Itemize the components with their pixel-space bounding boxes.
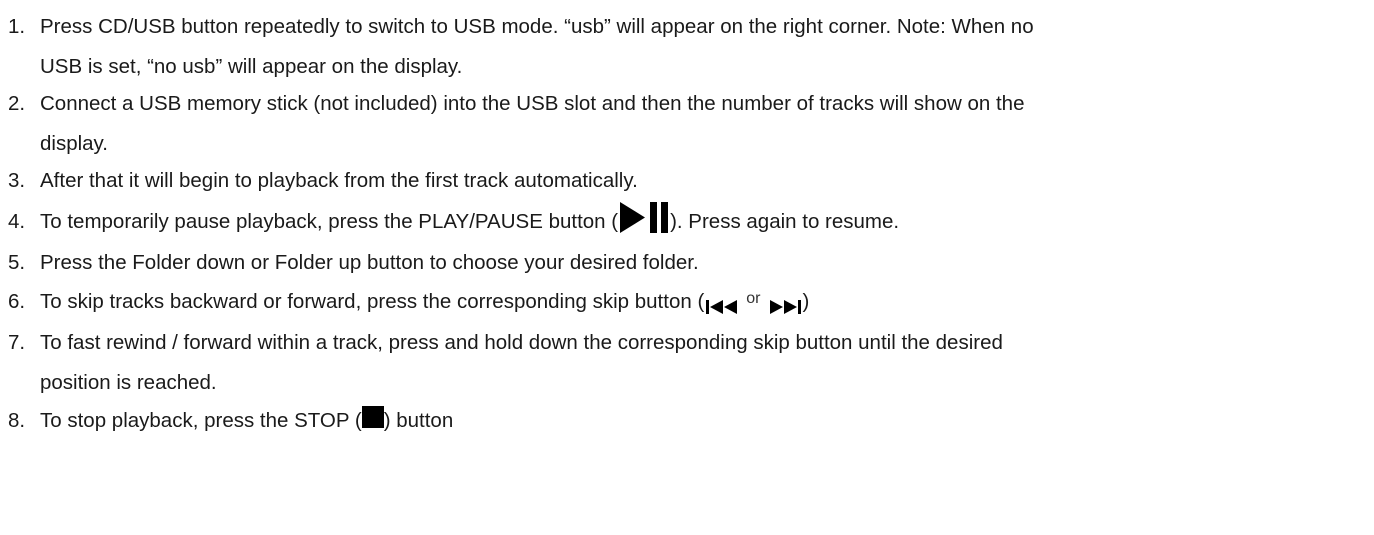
step-text: Press the Folder down or Folder up butto… — [40, 243, 1365, 283]
step-text-line: Press CD/USB button repeatedly to switch… — [40, 15, 1034, 38]
step-number: 2. — [8, 92, 26, 115]
step-text: To fast rewind / forward within a track,… — [40, 323, 1365, 403]
step-text: To stop playback, press the STOP ( ) butt… — [40, 401, 1365, 441]
skip-forward-icon — [767, 290, 803, 314]
step-number: 1. — [8, 15, 26, 38]
step-text: To temporarily pause playback, press the… — [40, 201, 1365, 242]
step-text-line: position is reached. — [40, 371, 217, 394]
step-text-after-icon: ) button — [383, 409, 454, 432]
step-text-before-icon: To stop playback, press the STOP ( — [40, 409, 362, 432]
step-text-before-icon: To temporarily pause playback, press the… — [40, 210, 619, 233]
step-text: Press CD/USB button repeatedly to switch… — [40, 7, 1365, 87]
step-text-line: After that it will begin to playback fro… — [40, 169, 638, 192]
step-text: After that it will begin to playback fro… — [40, 161, 1365, 201]
step-text: To skip tracks backward or forward, pres… — [40, 282, 1365, 322]
play-pause-icon — [618, 197, 670, 237]
step-text-line: Press the Folder down or Folder up butto… — [40, 251, 699, 274]
step-text-after-icon: ). Press again to resume. — [670, 210, 900, 233]
step-number: 5. — [8, 251, 26, 274]
step-text-after-icon: ) — [802, 290, 810, 313]
stop-icon — [361, 405, 384, 428]
skip-back-icon — [704, 290, 740, 314]
step-number: 7. — [8, 331, 26, 354]
step-text-line: Connect a USB memory stick (not included… — [40, 92, 1025, 115]
or-label: or — [746, 289, 761, 307]
step-number: 4. — [8, 210, 26, 233]
step-number: 8. — [8, 409, 26, 432]
step-text-line: display. — [40, 132, 108, 155]
step-text-before-icon: To skip tracks backward or forward, pres… — [40, 290, 705, 313]
step-text: Connect a USB memory stick (not included… — [40, 84, 1365, 164]
step-text-line: USB is set, “no usb” will appear on the … — [40, 55, 463, 78]
step-number: 6. — [8, 290, 26, 313]
step-text-line: To fast rewind / forward within a track,… — [40, 331, 1003, 354]
step-number: 3. — [8, 169, 26, 192]
